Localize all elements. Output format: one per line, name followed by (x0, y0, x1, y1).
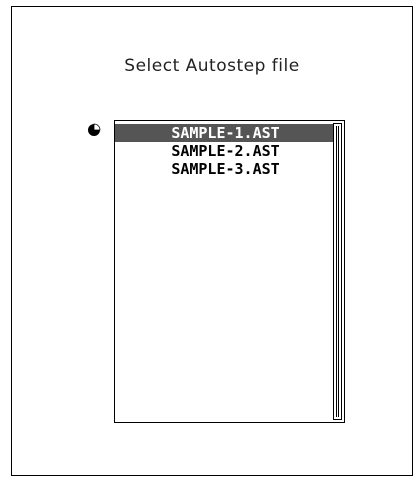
dialog-title: Select Autostep file (124, 56, 300, 76)
list-item-sample-2[interactable]: SAMPLE-2.AST (115, 142, 336, 160)
file-listbox[interactable]: SAMPLE-1.AST SAMPLE-2.AST SAMPLE-3.AST (114, 120, 345, 423)
scrollbar-track[interactable] (336, 126, 339, 417)
list-item-sample-1[interactable]: SAMPLE-1.AST (115, 124, 336, 142)
select-file-dialog: Select Autostep file SAMPLE-1.AST SAMPLE… (11, 6, 413, 476)
list-item-sample-3[interactable]: SAMPLE-3.AST (115, 160, 336, 178)
vertical-scrollbar[interactable] (333, 123, 342, 420)
selection-pointer-icon (88, 123, 101, 136)
